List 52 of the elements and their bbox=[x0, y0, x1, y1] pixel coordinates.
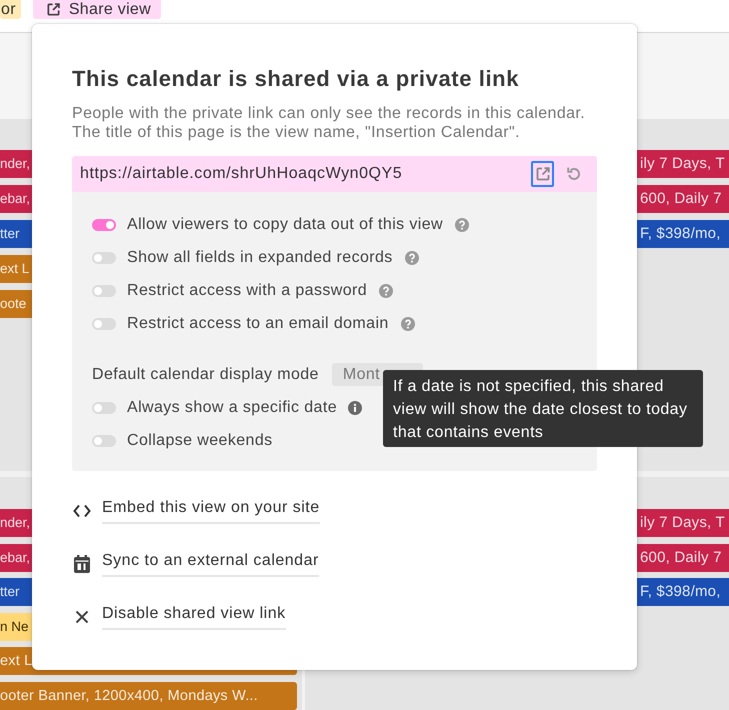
info-icon[interactable] bbox=[348, 400, 362, 414]
event-bar[interactable]: 600, Daily 7 bbox=[637, 544, 729, 572]
tooltip: If a date is not specified, this shared view will show the date closest to today that contains events bbox=[383, 370, 703, 447]
open-link-button[interactable] bbox=[531, 161, 554, 187]
external-link-icon bbox=[534, 166, 550, 182]
disable-link[interactable]: Disable shared view link bbox=[102, 604, 286, 630]
code-icon bbox=[73, 504, 91, 518]
share-link-field[interactable]: https://airtable.com/shrUhHoaqcWyn0QY5 bbox=[72, 156, 597, 192]
dialog-title: This calendar is shared via a private link bbox=[72, 66, 520, 92]
option-label: Always show a specific date bbox=[127, 398, 338, 416]
toggle-switch[interactable] bbox=[92, 252, 116, 264]
toggle-switch[interactable] bbox=[92, 284, 116, 296]
toggle-switch[interactable] bbox=[92, 218, 116, 230]
event-bar[interactable]: ebar, bbox=[0, 544, 32, 572]
sync-calendar-link[interactable]: Sync to an external calendar bbox=[102, 551, 319, 577]
share-view-button[interactable]: Share view bbox=[32, 0, 161, 19]
help-icon[interactable] bbox=[400, 316, 415, 330]
share-link-url: https://airtable.com/shrUhHoaqcWyn0QY5 bbox=[80, 165, 402, 183]
option-label: Restrict access to an email domain bbox=[127, 314, 389, 332]
description-text: People with the private link can only see the records in this calendar. bbox=[72, 104, 586, 123]
option-label: Allow viewers to copy data out of this view bbox=[127, 216, 444, 234]
event-bar[interactable]: n Ne bbox=[0, 612, 32, 640]
calendar-icon bbox=[74, 555, 90, 573]
event-bar[interactable]: tter bbox=[0, 220, 32, 248]
event-bar[interactable]: ooter Banner, 1200x400, Mondays W... bbox=[0, 682, 297, 710]
close-icon bbox=[75, 610, 89, 624]
event-bar[interactable]: ext L bbox=[0, 255, 32, 283]
external-link-icon bbox=[46, 2, 61, 17]
display-mode-label: Default calendar display mode bbox=[92, 366, 319, 384]
event-bar[interactable]: ily 7 Days, T bbox=[637, 509, 729, 537]
toggle-switch[interactable] bbox=[92, 402, 116, 414]
event-bar[interactable]: oote bbox=[0, 290, 32, 318]
event-bar[interactable]: nder, bbox=[0, 150, 32, 178]
event-bar[interactable]: F, $398/mo, bbox=[637, 578, 729, 606]
embed-view-link[interactable]: Embed this view on your site bbox=[102, 498, 320, 524]
event-bar[interactable]: ily 7 Days, T bbox=[637, 150, 729, 178]
event-bar[interactable]: nder, bbox=[0, 509, 32, 537]
circular-arrow-icon bbox=[566, 166, 582, 182]
toggle-switch[interactable] bbox=[92, 318, 116, 330]
help-icon[interactable] bbox=[379, 284, 394, 298]
toggle-switch[interactable] bbox=[92, 434, 116, 446]
toolbar-button[interactable]: or bbox=[0, 0, 21, 19]
help-icon[interactable] bbox=[404, 250, 419, 264]
option-label: Show all fields in expanded records bbox=[127, 248, 393, 266]
option-label: Collapse weekends bbox=[127, 432, 273, 450]
event-bar[interactable]: 600, Daily 7 bbox=[637, 185, 729, 213]
event-bar[interactable]: tter bbox=[0, 578, 32, 606]
event-bar[interactable]: F, $398/mo, bbox=[637, 220, 729, 248]
option-label: Restrict access with a password bbox=[127, 282, 368, 300]
description-text: The title of this page is the view name, "Insertion Calendar". bbox=[72, 123, 521, 142]
help-icon[interactable] bbox=[455, 218, 470, 232]
event-bar[interactable]: ebar, bbox=[0, 185, 32, 213]
